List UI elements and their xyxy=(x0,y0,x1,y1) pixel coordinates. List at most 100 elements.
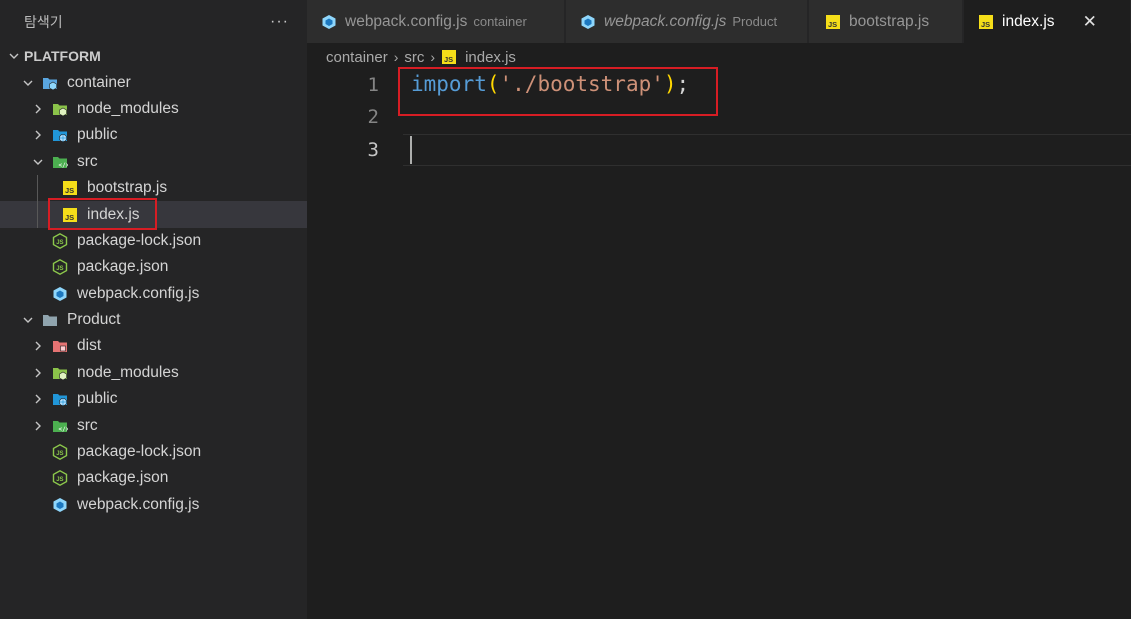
tree-file-item[interactable]: webpack.config.js xyxy=(0,281,307,307)
tree-item-label: Product xyxy=(67,311,121,329)
chevron-right-icon[interactable] xyxy=(30,418,46,434)
chevron-down-icon[interactable] xyxy=(20,312,36,328)
webpack-file-icon xyxy=(322,14,336,29)
explorer-title: 탐색기 xyxy=(24,14,63,30)
indent-guide xyxy=(37,175,38,228)
tree-item-label: public xyxy=(77,126,118,144)
tree-file-item[interactable]: JS package-lock.json xyxy=(0,439,307,465)
tree-folder-item[interactable]: node_modules xyxy=(0,360,307,386)
tree-item-label: node_modules xyxy=(77,363,179,381)
tree-file-item[interactable]: JS package-lock.json xyxy=(0,228,307,254)
tree-root-platform[interactable]: PLATFORM xyxy=(0,43,307,69)
folder-public-icon xyxy=(53,394,67,407)
folder-src-icon: </> xyxy=(53,420,69,433)
svg-text:JS: JS xyxy=(56,451,63,457)
tree-item-label: package-lock.json xyxy=(77,231,202,249)
nodejs-file-icon: JS xyxy=(52,444,68,461)
js-file-icon: JS xyxy=(442,50,457,64)
tree-item-label: webpack.config.js xyxy=(77,495,200,513)
webpack-file-icon xyxy=(53,286,67,301)
breadcrumb-item-container[interactable]: container xyxy=(326,49,388,66)
chevron-down-icon[interactable] xyxy=(6,48,22,64)
svg-text:JS: JS xyxy=(56,240,63,246)
chevron-right-icon[interactable] xyxy=(30,365,46,381)
folder-public-icon xyxy=(53,130,67,143)
svg-text:</>: </> xyxy=(59,426,69,433)
tree-folder-item[interactable]: dist xyxy=(0,333,307,359)
line-number: 3 xyxy=(367,139,379,161)
nodejs-file-icon: JS xyxy=(52,232,68,249)
js-file-icon: JS xyxy=(63,181,77,196)
explorer-header: 탐색기 ··· xyxy=(0,0,307,44)
tab-index-js[interactable]: JS index.js ✕ xyxy=(964,0,1131,43)
tree-file-item[interactable]: JS package.json xyxy=(0,465,307,491)
chevron-right-icon[interactable] xyxy=(30,127,46,143)
more-actions-icon[interactable]: ··· xyxy=(270,13,289,31)
explorer-sidebar: 탐색기 ··· PLATFORM container node_modules pub… xyxy=(0,0,307,619)
tree-item-label: PLATFORM xyxy=(24,48,101,65)
chevron-down-icon[interactable] xyxy=(30,154,46,170)
svg-text:JS: JS xyxy=(65,186,74,195)
tree-folder-item[interactable]: </> src xyxy=(0,412,307,438)
chevron-right-icon: › xyxy=(393,49,399,65)
tree-item-label: webpack.config.js xyxy=(77,284,200,302)
folder-src-open-icon: </> xyxy=(53,156,69,169)
tab-description: container xyxy=(473,14,527,29)
text-cursor xyxy=(410,136,412,164)
nodejs-file-icon: JS xyxy=(52,470,68,487)
breadcrumb-item-src[interactable]: src xyxy=(404,49,424,66)
tree-folder-item[interactable]: </> src xyxy=(0,149,307,175)
chevron-right-icon[interactable] xyxy=(30,391,46,407)
tree-file-item[interactable]: JS package.json xyxy=(0,254,307,280)
tab-bootstrap-js[interactable]: JS bootstrap.js xyxy=(809,0,963,43)
tab-label: index.js xyxy=(1002,12,1055,30)
tree-item-label: node_modules xyxy=(77,99,179,117)
code-highlight-box xyxy=(398,67,718,116)
file-tree: PLATFORM container node_modules public </> sr… xyxy=(0,43,307,518)
close-icon[interactable]: ✕ xyxy=(1083,12,1097,32)
svg-text:JS: JS xyxy=(56,477,63,483)
tree-item-label: src xyxy=(77,416,98,434)
breadcrumb-item-file[interactable]: index.js xyxy=(465,49,516,66)
tab-description: Product xyxy=(732,14,778,29)
webpack-file-icon xyxy=(581,14,595,29)
file-highlight-box xyxy=(48,198,157,230)
webpack-file-icon xyxy=(53,497,67,512)
tree-item-label: container xyxy=(67,73,131,91)
tree-folder-item[interactable]: node_modules xyxy=(0,96,307,122)
tree-folder-item[interactable]: public xyxy=(0,386,307,412)
code-editor[interactable]: 1 2 3 import('./bootstrap'); xyxy=(307,70,1131,619)
svg-text:JS: JS xyxy=(444,55,453,64)
breadcrumb: container › src › JS index.js xyxy=(326,47,516,67)
tree-file-item[interactable]: webpack.config.js xyxy=(0,492,307,518)
tab-webpack-config-container[interactable]: webpack.config.js container xyxy=(307,0,565,43)
nodejs-file-icon: JS xyxy=(52,259,68,276)
folder-webpack-open-icon xyxy=(43,77,57,90)
js-file-icon: JS xyxy=(979,14,993,29)
tree-item-label: package-lock.json xyxy=(77,443,202,461)
tab-webpack-config-product[interactable]: webpack.config.js Product xyxy=(566,0,808,43)
tree-item-label: package.json xyxy=(77,469,169,487)
tab-label: bootstrap.js xyxy=(849,12,930,30)
tab-label: webpack.config.js xyxy=(345,12,468,30)
folder-node-icon xyxy=(53,367,67,381)
tab-label: webpack.config.js xyxy=(604,12,727,30)
tree-folder-item[interactable]: container xyxy=(0,69,307,95)
chevron-right-icon[interactable] xyxy=(30,338,46,354)
tree-folder-item[interactable]: public xyxy=(0,122,307,148)
folder-dist-icon xyxy=(53,341,67,353)
line-number: 1 xyxy=(367,74,379,96)
chevron-down-icon[interactable] xyxy=(20,75,36,91)
tree-item-label: package.json xyxy=(77,258,169,276)
tree-item-label: bootstrap.js xyxy=(87,179,168,197)
svg-text:JS: JS xyxy=(828,20,837,29)
editor-tab-bar: webpack.config.js container webpack.conf… xyxy=(307,0,1131,43)
tree-folder-item[interactable]: Product xyxy=(0,307,307,333)
svg-text:JS: JS xyxy=(56,266,63,272)
folder-node-icon xyxy=(53,103,67,117)
svg-text:</>: </> xyxy=(59,162,69,169)
js-file-icon: JS xyxy=(826,14,840,29)
tree-item-label: dist xyxy=(77,337,102,355)
chevron-right-icon[interactable] xyxy=(30,101,46,117)
current-line-highlight xyxy=(403,134,1131,166)
